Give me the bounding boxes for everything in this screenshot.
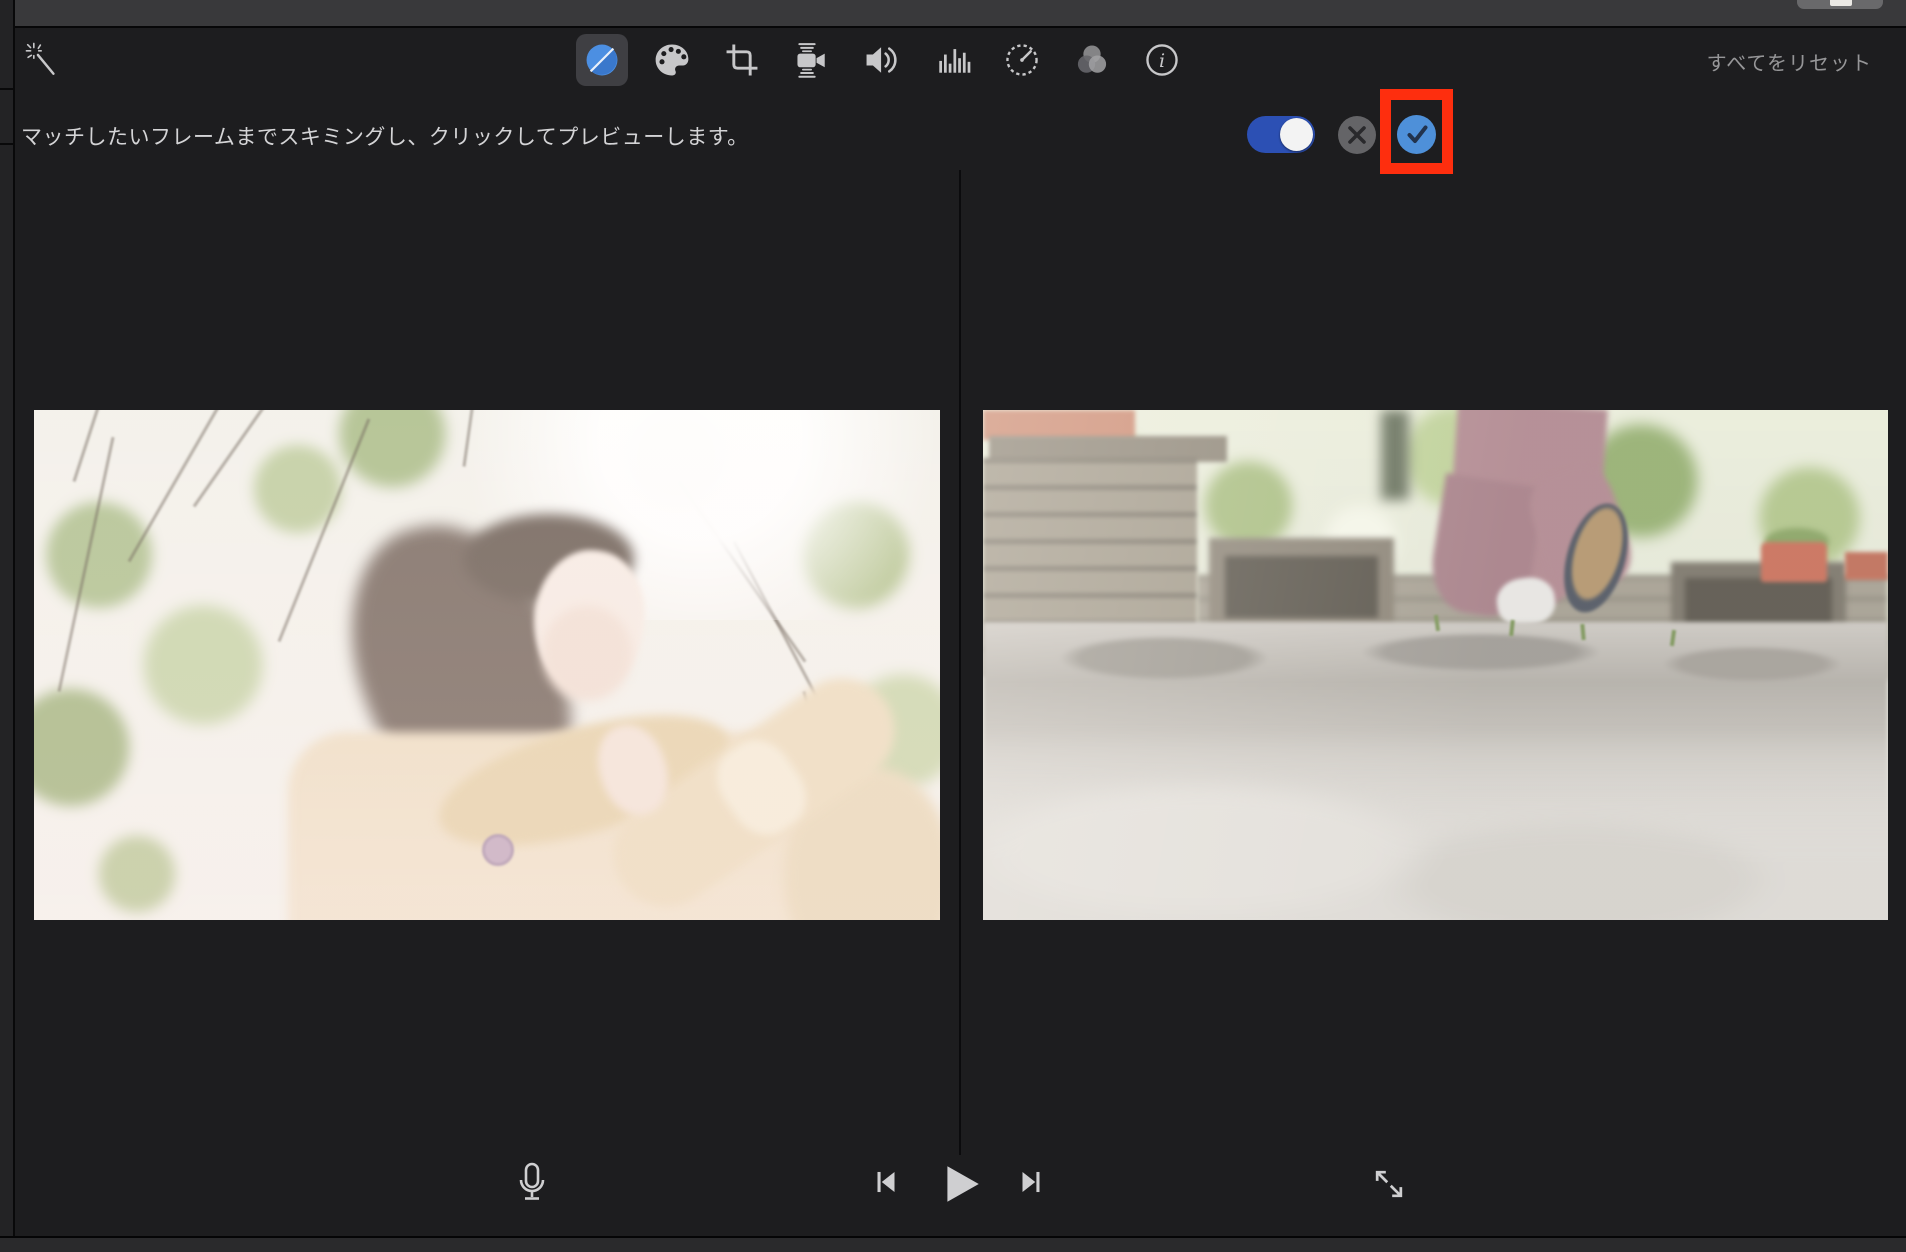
left-panel-edge (0, 0, 15, 1252)
right-video-preview[interactable] (983, 410, 1888, 920)
auto-enhance-button[interactable] (18, 36, 66, 82)
expand-arrows-icon (1375, 1170, 1403, 1198)
tool-speed[interactable] (996, 34, 1048, 86)
tool-clip-filter[interactable] (1066, 34, 1118, 86)
check-icon (1407, 125, 1427, 143)
reset-all-button[interactable]: すべてをリセット (1701, 46, 1878, 77)
crop-icon (726, 44, 758, 76)
speaker-icon (866, 47, 897, 73)
voiceover-button[interactable] (509, 1160, 555, 1206)
speedometer-icon (1006, 44, 1038, 76)
confirm-match-button[interactable] (1397, 115, 1436, 154)
match-instruction-text: マッチしたいフレームまでスキミングし、クリックしてプレビューします。 (21, 126, 749, 149)
toggle-knob (1280, 118, 1313, 151)
cancel-match-button[interactable] (1338, 116, 1376, 154)
skip-back-icon (877, 1171, 895, 1193)
svg-text:i: i (1159, 49, 1165, 72)
next-button[interactable] (1013, 1164, 1049, 1200)
toolbar-button-partial[interactable] (1797, 0, 1883, 9)
palette-icon (655, 44, 689, 76)
tool-color-balance[interactable] (576, 34, 628, 86)
panel-divider (0, 143, 13, 145)
scene-shape (983, 410, 1888, 920)
toolbar-button-glyph (1830, 0, 1852, 6)
left-video-preview[interactable] (34, 410, 940, 920)
tool-noise-reduction[interactable] (926, 34, 978, 86)
equalizer-bars-icon (939, 49, 971, 73)
skip-forward-icon (1022, 1171, 1040, 1193)
tool-color-correction[interactable] (646, 34, 698, 86)
tool-crop[interactable] (716, 34, 768, 86)
play-button[interactable] (937, 1160, 985, 1208)
window-topbar (13, 0, 1906, 28)
three-circles-icon (1077, 45, 1107, 73)
magic-wand-icon (25, 42, 55, 75)
tool-stabilization[interactable] (786, 34, 838, 86)
previous-button[interactable] (868, 1164, 904, 1200)
x-icon (1348, 126, 1366, 144)
shaking-camera-icon (797, 43, 825, 78)
panel-divider (0, 88, 13, 90)
info-icon: i (1146, 44, 1178, 76)
scene-shape (34, 410, 940, 920)
play-icon (947, 1166, 979, 1202)
bottom-bar (0, 1236, 1906, 1252)
imovie-viewer-window: i すべてをリセット マッチしたいフレームまでスキミングし、クリックしてプレビュ… (0, 0, 1906, 1252)
fullscreen-button[interactable] (1369, 1164, 1409, 1204)
tool-info[interactable]: i (1136, 34, 1188, 86)
match-preview-toggle[interactable] (1247, 116, 1315, 153)
microphone-icon (519, 1162, 545, 1200)
color-balance-icon (586, 44, 618, 76)
tool-volume[interactable] (856, 34, 908, 86)
viewer-split-divider (959, 170, 961, 1155)
